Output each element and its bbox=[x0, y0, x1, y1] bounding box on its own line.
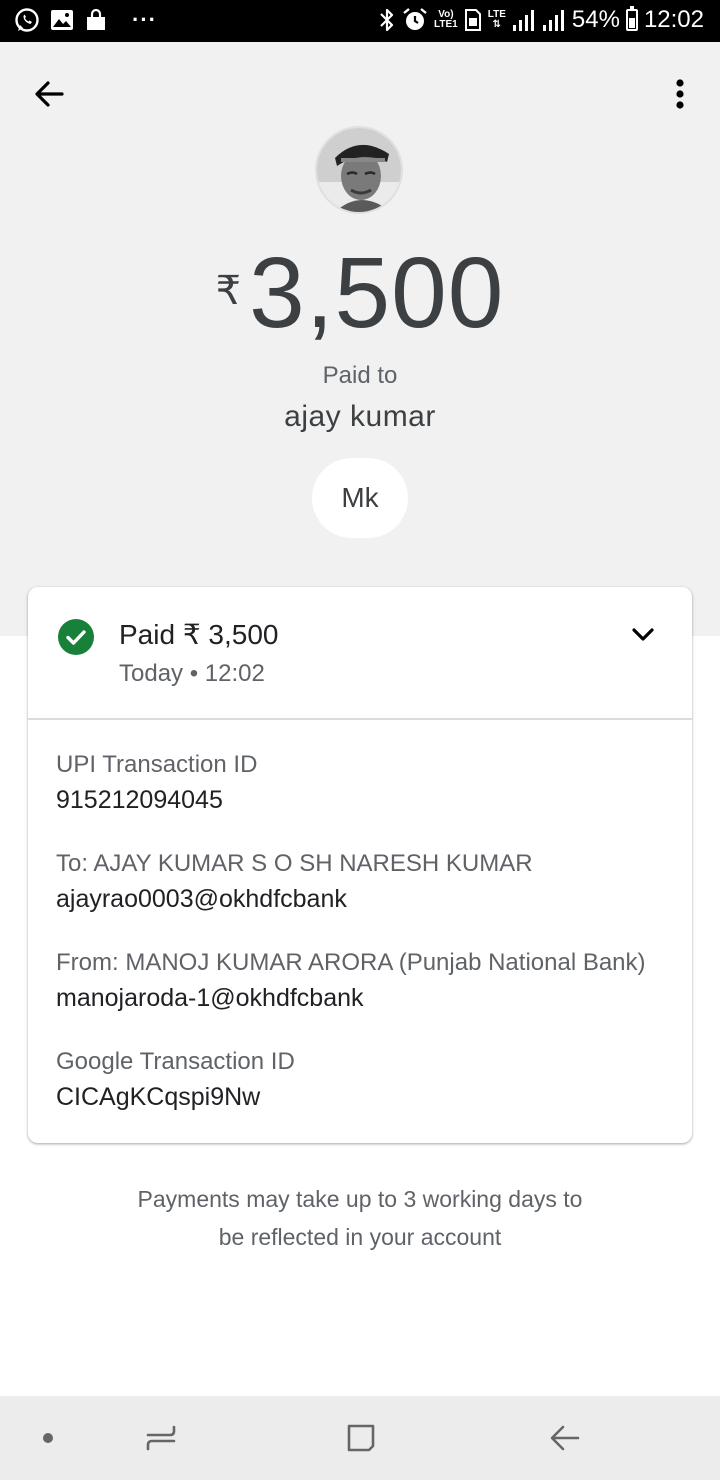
shopping-bag-icon bbox=[87, 8, 105, 30]
detail-label: UPI Transaction ID bbox=[56, 751, 258, 778]
nav-home-button[interactable] bbox=[336, 1396, 386, 1480]
back-icon bbox=[550, 1425, 580, 1451]
status-time: Today • 12:02 bbox=[119, 660, 265, 687]
payment-amount: 3,500 bbox=[249, 237, 505, 349]
divider bbox=[28, 718, 692, 720]
avatar bbox=[315, 126, 403, 214]
sim-icon bbox=[464, 9, 481, 31]
status-bar: ··· Vo) LTE1 LTE ⇅ 54% 12:02 bbox=[0, 0, 720, 42]
detail-label: Google Transaction ID bbox=[56, 1048, 295, 1075]
home-icon bbox=[347, 1424, 375, 1452]
detail-label: To: AJAY KUMAR S O SH NARESH KUMAR bbox=[56, 850, 533, 877]
transaction-status-header[interactable]: Paid ₹ 3,500 Today • 12:02 bbox=[28, 587, 692, 718]
payment-header: ₹3,500 Paid to ajay kumar Mk bbox=[0, 42, 720, 636]
signal-icon-2 bbox=[542, 10, 564, 31]
payee-name: ajay kumar bbox=[284, 400, 436, 433]
detail-value[interactable]: manojaroda-1@okhdfcbank bbox=[56, 982, 676, 1014]
system-nav-bar bbox=[0, 1396, 720, 1480]
profile-photo bbox=[317, 128, 401, 212]
nav-back-button[interactable] bbox=[540, 1396, 590, 1480]
detail-value[interactable]: CICAgKCqspi9Nw bbox=[56, 1081, 676, 1113]
status-title: Paid ₹ 3,500 bbox=[119, 619, 279, 650]
nav-dot bbox=[28, 1396, 68, 1480]
detail-sender: From: MANOJ KUMAR ARORA (Punjab National… bbox=[56, 948, 676, 1014]
arrow-left-icon[interactable] bbox=[28, 72, 72, 116]
more-vert-icon[interactable] bbox=[660, 72, 700, 116]
clock: 12:02 bbox=[643, 6, 704, 33]
more-notifications-icon: ··· bbox=[132, 7, 157, 32]
gallery-icon bbox=[51, 10, 73, 30]
settlement-note-line-1: Payments may take up to 3 working days t… bbox=[137, 1186, 583, 1212]
transaction-details-card: Paid ₹ 3,500 Today • 12:02 UPI Transacti… bbox=[28, 587, 692, 1143]
detail-recipient: To: AJAY KUMAR S O SH NARESH KUMAR ajayr… bbox=[56, 849, 676, 915]
detail-upi-transaction-id: UPI Transaction ID 915212094045 bbox=[56, 750, 676, 816]
nav-recents-button[interactable] bbox=[136, 1396, 186, 1480]
volte-indicator: Vo) LTE1 bbox=[434, 9, 458, 30]
check-circle-icon bbox=[58, 619, 94, 655]
settlement-note-line-2: be reflected in your account bbox=[218, 1224, 502, 1250]
detail-google-transaction-id: Google Transaction ID CICAgKCqspi9Nw bbox=[56, 1047, 676, 1113]
detail-value[interactable]: ajayrao0003@okhdfcbank bbox=[56, 883, 676, 915]
bluetooth-icon bbox=[380, 8, 394, 32]
amount-display: ₹3,500 bbox=[0, 238, 720, 348]
detail-value[interactable]: 915212094045 bbox=[56, 784, 676, 816]
battery-percent: 54% bbox=[571, 6, 620, 33]
chevron-down-icon[interactable] bbox=[628, 623, 658, 647]
lte-indicator: LTE ⇅ bbox=[487, 9, 506, 30]
alarm-icon bbox=[403, 8, 427, 30]
payment-note: Mk bbox=[312, 458, 408, 538]
battery-icon bbox=[625, 6, 638, 31]
recents-icon bbox=[146, 1425, 176, 1451]
detail-label: From: MANOJ KUMAR ARORA (Punjab National… bbox=[56, 949, 646, 976]
whatsapp-icon bbox=[15, 8, 39, 32]
currency-symbol: ₹ bbox=[215, 269, 242, 313]
dot-icon bbox=[43, 1433, 53, 1443]
signal-icon bbox=[512, 10, 534, 31]
settlement-note: Payments may take up to 3 working days t… bbox=[0, 1180, 720, 1256]
paid-to-label: Paid to bbox=[322, 362, 398, 389]
